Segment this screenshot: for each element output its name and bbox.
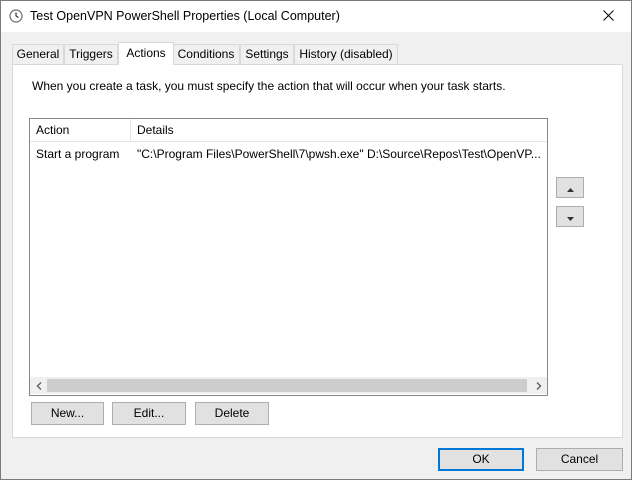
scrollbar-thumb[interactable] <box>47 379 527 392</box>
list-item[interactable]: Start a program "C:\Program Files\PowerS… <box>30 143 547 165</box>
cancel-button[interactable]: Cancel <box>536 448 623 471</box>
chevron-left-icon <box>36 379 42 393</box>
triangle-down-icon <box>566 210 574 224</box>
new-action-button[interactable]: New... <box>31 402 104 425</box>
tab-strip: General Triggers Actions Conditions Sett… <box>12 42 622 65</box>
tab-history[interactable]: History (disabled) <box>294 44 398 64</box>
column-header-details[interactable]: Details <box>131 119 537 141</box>
clock-icon <box>9 9 23 23</box>
triangle-up-icon <box>566 181 574 195</box>
close-button[interactable] <box>585 1 631 32</box>
tab-conditions[interactable]: Conditions <box>172 44 240 64</box>
column-header-action[interactable]: Action <box>30 119 130 141</box>
title-bar: Test OpenVPN PowerShell Properties (Loca… <box>1 1 631 32</box>
tab-triggers[interactable]: Triggers <box>64 44 118 64</box>
delete-action-button[interactable]: Delete <box>195 402 269 425</box>
move-up-button[interactable] <box>556 177 584 198</box>
chevron-right-icon <box>536 379 542 393</box>
horizontal-scrollbar[interactable] <box>30 377 547 394</box>
tab-actions[interactable]: Actions <box>118 42 174 65</box>
actions-panel: When you create a task, you must specify… <box>12 64 623 438</box>
actions-list[interactable]: Action Details Start a program "C:\Progr… <box>29 118 548 396</box>
row-action-cell: Start a program <box>36 147 120 161</box>
row-details-cell: "C:\Program Files\PowerShell\7\pwsh.exe"… <box>137 147 541 161</box>
tab-settings[interactable]: Settings <box>240 44 294 64</box>
properties-dialog: Test OpenVPN PowerShell Properties (Loca… <box>0 0 632 480</box>
scroll-right-button[interactable] <box>530 377 547 394</box>
edit-action-button[interactable]: Edit... <box>112 402 186 425</box>
window-title: Test OpenVPN PowerShell Properties (Loca… <box>30 9 340 23</box>
close-icon <box>602 9 614 24</box>
tab-general[interactable]: General <box>12 44 64 64</box>
list-header: Action Details <box>30 119 547 142</box>
scroll-left-button[interactable] <box>30 377 47 394</box>
move-down-button[interactable] <box>556 206 584 227</box>
ok-button[interactable]: OK <box>438 448 524 471</box>
actions-description: When you create a task, you must specify… <box>32 79 506 93</box>
